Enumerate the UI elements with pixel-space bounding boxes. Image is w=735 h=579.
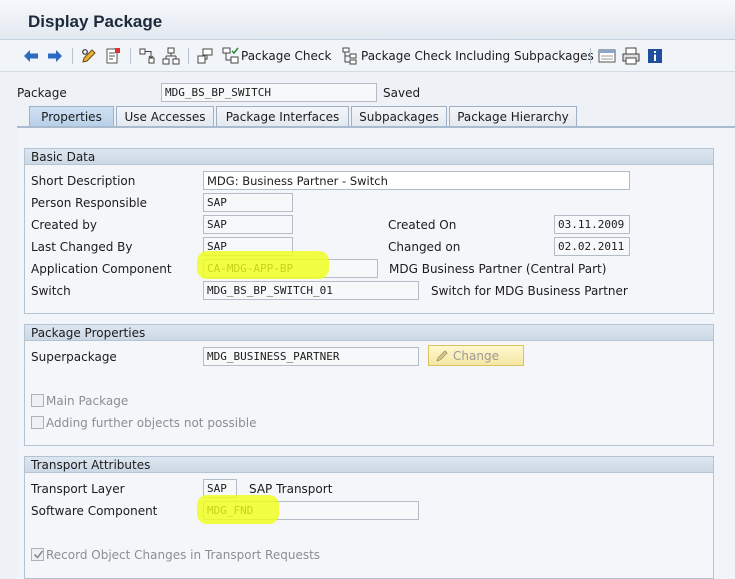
package-name-field[interactable]: MDG_BS_BP_SWITCH xyxy=(161,83,377,102)
transport-attributes-title: Transport Attributes xyxy=(25,457,713,473)
object-list-button[interactable] xyxy=(196,45,214,67)
package-status: Saved xyxy=(383,86,421,100)
tab-subpackages[interactable]: Subpackages xyxy=(351,106,447,127)
record-changes-label: Record Object Changes in Transport Reque… xyxy=(46,548,321,562)
package-tree-check-icon xyxy=(342,47,360,65)
display-change-button[interactable] xyxy=(80,45,98,67)
printer-icon xyxy=(622,47,640,65)
hierarchy-icon xyxy=(162,47,180,65)
person-responsible-label: Person Responsible xyxy=(31,196,148,210)
package-properties-title: Package Properties xyxy=(25,325,713,341)
changed-on-field[interactable]: 02.02.2011 xyxy=(554,237,630,256)
last-changed-by-label: Last Changed By xyxy=(31,240,133,254)
superpackage-field[interactable]: MDG_BUSINESS_PARTNER xyxy=(203,347,419,366)
created-on-label: Created On xyxy=(388,218,457,232)
created-by-label: Created by xyxy=(31,218,98,232)
back-button[interactable] xyxy=(22,45,40,67)
created-on-field[interactable]: 03.11.2009 xyxy=(554,215,630,234)
objects-icon xyxy=(196,47,214,65)
package-check-button[interactable]: Package Check xyxy=(222,45,331,67)
pencil-icon xyxy=(435,349,449,366)
toolbar-separator xyxy=(188,48,189,64)
pencil-glasses-icon xyxy=(80,47,98,65)
highlight-marker xyxy=(197,251,329,279)
arrow-left-icon xyxy=(22,47,40,65)
package-label: Package xyxy=(17,86,67,100)
window-title: Display Package xyxy=(28,12,163,31)
info-icon xyxy=(646,47,664,65)
package-check-icon xyxy=(222,47,240,65)
main-package-label: Main Package xyxy=(46,394,129,408)
change-superpackage-button[interactable]: Change xyxy=(428,345,524,366)
display-object-list-button[interactable] xyxy=(598,45,616,67)
package-check-subpackages-label: Package Check Including Subpackages xyxy=(361,49,594,63)
basic-data-title: Basic Data xyxy=(25,149,713,165)
short-description-field[interactable]: MDG: Business Partner - Switch xyxy=(203,171,630,190)
forward-button[interactable] xyxy=(46,45,64,67)
checkmark-icon xyxy=(33,549,44,563)
adding-objects-checkbox[interactable] xyxy=(31,416,44,429)
switch-text: Switch for MDG Business Partner xyxy=(431,284,628,298)
hierarchy-button[interactable] xyxy=(162,45,180,67)
main-package-checkbox[interactable] xyxy=(31,394,44,407)
branch-icon xyxy=(138,47,156,65)
toolbar-separator xyxy=(130,48,131,64)
transport-layer-text: SAP Transport xyxy=(249,482,333,496)
change-button-label: Change xyxy=(453,349,499,363)
toolbar-separator xyxy=(72,48,73,64)
document-icon xyxy=(104,47,122,65)
tab-use-accesses[interactable]: Use Accesses xyxy=(116,106,214,127)
tab-properties[interactable]: Properties xyxy=(29,106,114,127)
transport-layer-label: Transport Layer xyxy=(31,482,125,496)
where-used-button[interactable] xyxy=(138,45,156,67)
switch-field[interactable]: MDG_BS_BP_SWITCH_01 xyxy=(203,281,419,300)
tab-package-hierarchy[interactable]: Package Hierarchy xyxy=(449,106,577,127)
changed-on-label: Changed on xyxy=(388,240,461,254)
arrow-right-icon xyxy=(46,47,64,65)
toolbar-separator xyxy=(590,48,591,64)
created-by-field[interactable]: SAP xyxy=(203,215,293,234)
list-window-icon xyxy=(598,47,616,65)
application-component-text: MDG Business Partner (Central Part) xyxy=(389,262,607,276)
other-object-button[interactable] xyxy=(104,45,122,67)
superpackage-label: Superpackage xyxy=(31,350,117,364)
record-changes-checkbox[interactable] xyxy=(31,548,44,561)
info-button[interactable] xyxy=(646,45,664,67)
person-responsible-field[interactable]: SAP xyxy=(203,193,293,212)
package-check-label: Package Check xyxy=(241,49,332,63)
title-bar: Display Package xyxy=(0,0,735,40)
application-toolbar: Package Check Package Check Including Su… xyxy=(0,40,735,72)
adding-objects-label: Adding further objects not possible xyxy=(46,416,257,430)
short-description-label: Short Description xyxy=(31,174,136,188)
switch-label: Switch xyxy=(31,284,71,298)
highlight-marker xyxy=(197,495,279,524)
package-check-subpackages-button[interactable]: Package Check Including Subpackages xyxy=(342,45,594,67)
print-button[interactable] xyxy=(622,45,640,67)
tab-package-interfaces[interactable]: Package Interfaces xyxy=(216,106,349,127)
application-component-label: Application Component xyxy=(31,262,172,276)
software-component-label: Software Component xyxy=(31,504,158,518)
